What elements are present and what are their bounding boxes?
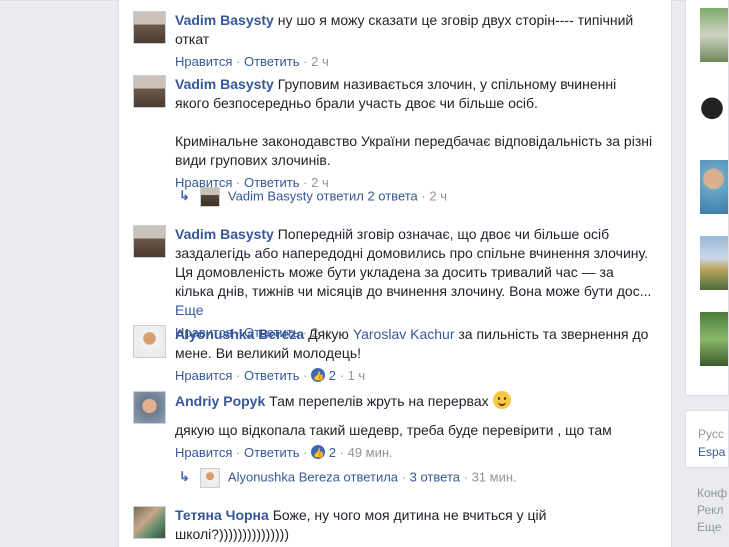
comment-actions: Нравится · Ответить · 2 · 1 ч [175,367,653,385]
comment: Andriy Popyk Там перепелів жруть на пере… [133,391,653,462]
comment: Alyonushka Bereza Дякую Yaroslav Kachur … [133,325,653,385]
separator: · [303,54,308,69]
comment: Vadim Basysty ну шо я можу сказати це зг… [133,11,653,71]
thumbnail[interactable] [700,160,728,214]
language-current: Русс [698,427,724,441]
separator: · [401,469,407,485]
avatar[interactable] [133,391,166,424]
reply-link[interactable]: Ответить [244,445,300,460]
replies-summary[interactable]: ↳ Vadim Basysty ответил 2 ответа · 2 ч [179,187,447,207]
footer-link[interactable]: Еще [697,519,721,535]
comments-feed: Vadim Basysty ну шо я можу сказати це зг… [118,0,672,547]
like-link[interactable]: Нравится [175,368,232,383]
smile-emoji-icon [492,391,511,409]
separator: · [236,445,241,460]
reply-link[interactable]: Ответить [244,54,300,69]
right-rail: Русс Espa Конф Рекл Еще [685,0,729,547]
avatar[interactable] [133,506,166,539]
comment-message: Там перепелів жруть на перервах [269,393,489,409]
comment-time[interactable]: 49 мин. [348,445,393,460]
avatar [199,187,220,207]
comment-text: Andriy Popyk Там перепелів жруть на пере… [175,391,653,411]
language-panel: Русс Espa [685,410,729,468]
reply-author[interactable]: Alyonushka Bereza [228,469,340,484]
reply-verb: ответила [343,469,399,485]
comment-author[interactable]: Vadim Basysty [175,12,274,28]
reply-count[interactable]: 3 ответа [410,469,460,484]
footer-link[interactable]: Рекл [697,502,724,518]
like-link[interactable]: Нравится [175,54,232,69]
comment-author[interactable]: Alyonushka Bereza [175,326,304,342]
comment-message-paragraph: Кримінальне законодавство України передб… [175,133,653,168]
reply-time: 2 ч [429,188,447,204]
comment-author[interactable]: Vadim Basysty [175,76,274,92]
comment: Vadim Basysty Груповим називається злочи… [133,75,653,192]
like-count-icon[interactable] [311,367,326,385]
reply-arrow-icon: ↳ [179,188,190,204]
separator: · [236,368,241,383]
comment-message-start: Дякую [308,326,349,342]
separator: · [339,445,344,460]
separator: · [236,54,241,69]
thumbnail[interactable] [700,8,728,62]
avatar[interactable] [133,11,166,44]
comment-time[interactable]: 1 ч [348,368,366,383]
avatar[interactable] [133,225,166,258]
reply-author[interactable]: Vadim Basysty [228,188,313,203]
reply-arrow-icon: ↳ [179,469,190,485]
comment-text: Vadim Basysty Попередній зговір означає,… [175,225,653,320]
suggestions-panel [685,0,729,396]
like-count[interactable]: 2 [329,368,336,383]
replies-summary[interactable]: ↳ Alyonushka Bereza ответила · 3 ответа ·… [179,468,517,488]
comment-text: Vadim Basysty ну шо я можу сказати це зг… [175,11,653,49]
comment-text: Тетяна Чорна Боже, ну чого моя дитина не… [175,506,653,544]
thumbnail[interactable] [700,84,728,138]
like-count[interactable]: 2 [329,445,336,460]
comment-author[interactable]: Andriy Popyk [175,393,265,409]
avatar [199,468,220,488]
reply-verb: ответил [316,188,364,204]
comment-author[interactable]: Vadim Basysty [175,226,274,242]
separator: · [421,188,426,204]
comment-time[interactable]: 2 ч [311,54,329,69]
separator: · [463,469,468,485]
avatar[interactable] [133,75,166,108]
comment-text: Vadim Basysty Груповим називається злочи… [175,75,653,113]
comment-author[interactable]: Тетяна Чорна [175,507,269,523]
footer-link[interactable]: Конф [697,485,727,501]
avatar[interactable] [133,325,166,358]
comment-text: Alyonushka Bereza Дякую Yaroslav Kachur … [175,325,653,363]
reply-link[interactable]: Ответить [244,368,300,383]
see-more-link[interactable]: Еще [175,302,204,318]
thumbnail[interactable] [700,236,728,290]
mention-link[interactable]: Yaroslav Kachur [353,326,455,342]
language-link[interactable]: Espa [698,443,725,461]
separator: · [303,445,308,460]
comment-actions: Нравится · Ответить · 2 · 49 мин. [175,444,653,462]
separator: · [339,368,344,383]
like-count-icon[interactable] [311,444,326,462]
like-link[interactable]: Нравится [175,445,232,460]
separator: · [303,368,308,383]
comment-message-paragraph: дякую що відкопала такий шедевр, треба б… [175,422,612,438]
comment-actions: Нравится · Ответить · 2 ч [175,53,653,71]
reply-count[interactable]: 2 ответа [367,188,417,203]
reply-time: 31 мин. [471,469,517,485]
thumbnail[interactable] [700,312,728,366]
comment: Тетяна Чорна Боже, ну чого моя дитина не… [133,506,653,544]
